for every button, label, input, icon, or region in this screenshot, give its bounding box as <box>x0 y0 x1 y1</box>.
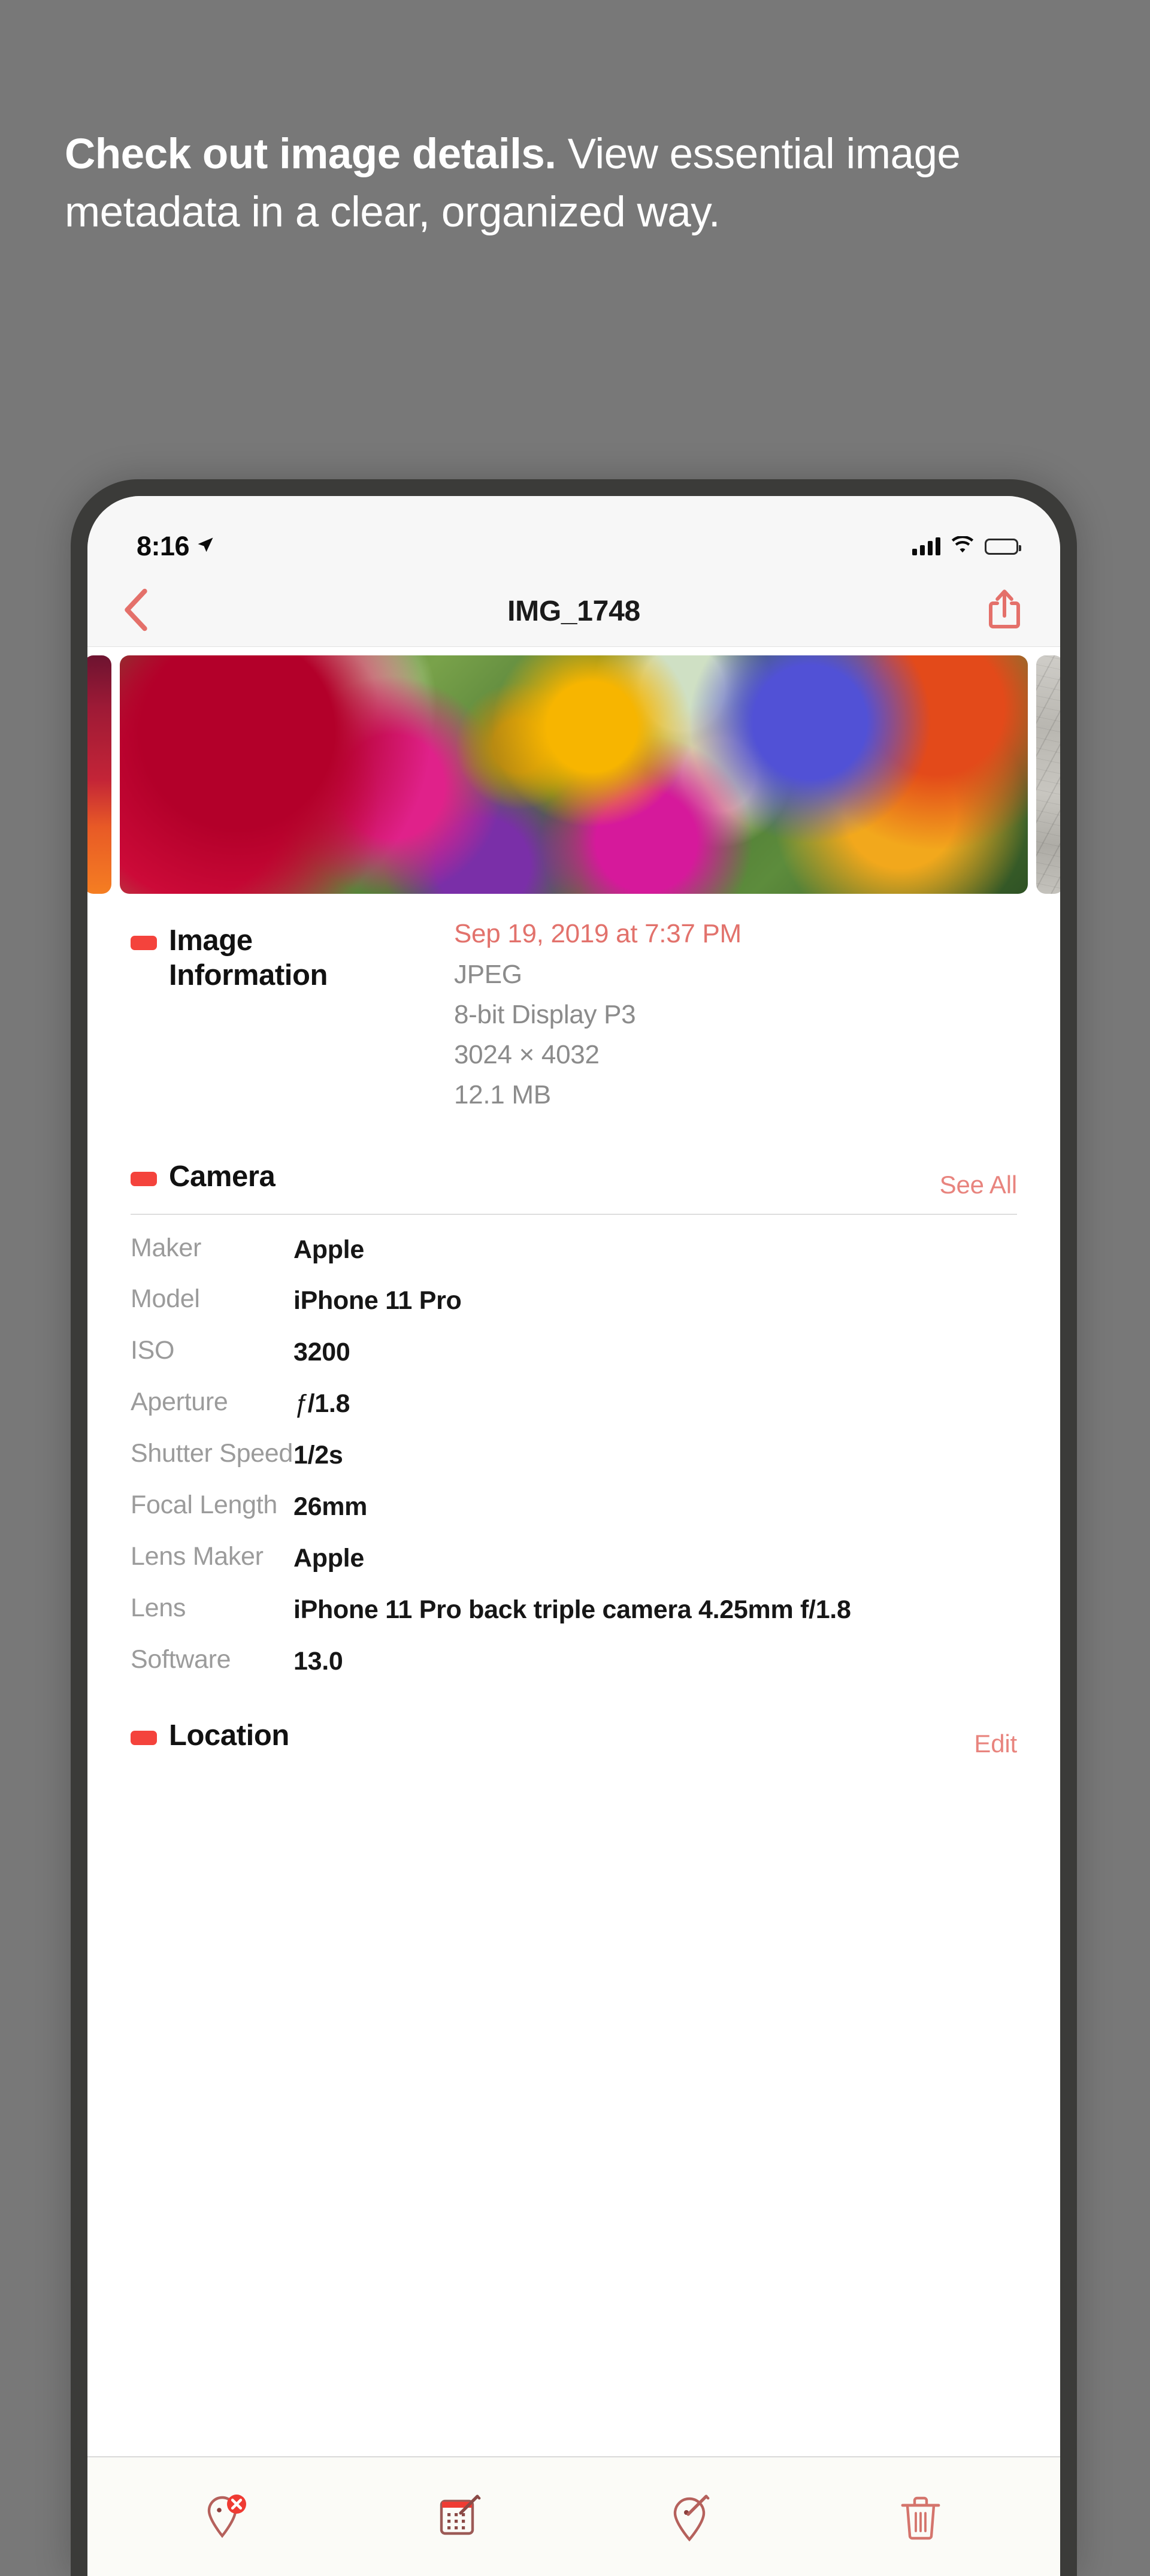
camera-row-value: iPhone 11 Pro back triple camera 4.25mm … <box>293 1594 1017 1627</box>
promo-headline-bold: Check out image details. <box>65 131 556 178</box>
edit-date-button[interactable] <box>410 2478 506 2556</box>
edit-location-button[interactable] <box>641 2478 737 2556</box>
camera-section-title: Camera <box>169 1160 275 1195</box>
camera-row: Shutter Speed1/2s <box>131 1430 1017 1481</box>
remove-location-button[interactable] <box>179 2478 275 2556</box>
status-bar-time: 8:16 <box>137 531 189 562</box>
camera-row-value: ƒ/1.8 <box>293 1387 1017 1421</box>
location-edit-link[interactable]: Edit <box>974 1730 1017 1758</box>
image-color-profile: 8-bit Display P3 <box>454 995 1017 1035</box>
status-bar-right <box>912 536 1018 557</box>
photo-carousel[interactable] <box>87 647 1060 905</box>
camera-row: ISO3200 <box>131 1327 1017 1378</box>
camera-section-header: Camera See All <box>131 1149 1017 1199</box>
camera-row-label: Lens <box>131 1594 293 1623</box>
phone-screen: 8:16 IMG <box>87 496 1060 2576</box>
image-information-title-line1: Image <box>169 924 253 957</box>
camera-row-label: Aperture <box>131 1387 293 1417</box>
camera-row: Apertureƒ/1.8 <box>131 1378 1017 1430</box>
battery-full-icon <box>985 539 1018 555</box>
image-dimensions: 3024 × 4032 <box>454 1035 1017 1075</box>
section-spacer <box>131 1688 1017 1708</box>
page-title: IMG_1748 <box>87 595 1060 628</box>
section-spacer <box>131 1115 1017 1149</box>
back-button[interactable] <box>122 588 149 635</box>
camera-row-value: iPhone 11 Pro <box>293 1284 1017 1318</box>
camera-row-label: Lens Maker <box>131 1542 293 1571</box>
trash-icon <box>892 2488 949 2545</box>
section-bullet-icon <box>131 936 157 950</box>
edit-location-icon <box>661 2488 718 2545</box>
camera-row: Focal Length26mm <box>131 1481 1017 1533</box>
details-content: Image Information Sep 19, 2019 at 7:37 P… <box>87 905 1060 2456</box>
image-information-title: Image Information <box>169 924 328 993</box>
image-file-size: 12.1 MB <box>454 1075 1017 1115</box>
cellular-signal-icon <box>912 537 940 555</box>
location-arrow-icon <box>196 536 214 557</box>
camera-row: LensiPhone 11 Pro back triple camera 4.2… <box>131 1585 1017 1636</box>
carousel-current-photo[interactable] <box>120 655 1028 894</box>
camera-row: Software13.0 <box>131 1636 1017 1688</box>
camera-row-value: 1/2s <box>293 1439 1017 1473</box>
image-information-title-line2: Information <box>169 959 328 991</box>
image-capture-date: Sep 19, 2019 at 7:37 PM <box>454 919 1017 949</box>
carousel-next-thumbnail[interactable] <box>1036 655 1060 894</box>
camera-row-label: Maker <box>131 1233 293 1263</box>
remove-location-icon <box>198 2488 256 2545</box>
camera-row-value: 26mm <box>293 1490 1017 1524</box>
navigation-bar: IMG_1748 <box>87 576 1060 647</box>
phone-mockup: 8:16 IMG <box>71 479 1077 2576</box>
camera-row-label: Shutter Speed <box>131 1439 293 1468</box>
image-information-section: Image Information Sep 19, 2019 at 7:37 P… <box>131 905 1017 1115</box>
camera-see-all-link[interactable]: See All <box>940 1171 1017 1199</box>
camera-row-label: Software <box>131 1645 293 1674</box>
image-format: JPEG <box>454 955 1017 995</box>
section-bullet-icon <box>131 1731 157 1745</box>
camera-row: ModeliPhone 11 Pro <box>131 1275 1017 1327</box>
camera-row: Lens MakerApple <box>131 1533 1017 1585</box>
image-information-header: Image Information <box>131 918 454 993</box>
location-section-header: Location Edit <box>131 1708 1017 1758</box>
section-bullet-icon <box>131 1172 157 1186</box>
location-section-title: Location <box>169 1719 289 1753</box>
camera-row-value: 3200 <box>293 1336 1017 1369</box>
camera-row-value: 13.0 <box>293 1645 1017 1679</box>
camera-row-label: Focal Length <box>131 1490 293 1520</box>
camera-row: MakerApple <box>131 1224 1017 1276</box>
bottom-toolbar <box>87 2456 1060 2576</box>
camera-row-label: ISO <box>131 1336 293 1365</box>
wifi-icon <box>951 536 974 557</box>
share-button[interactable] <box>986 588 1023 634</box>
camera-row-label: Model <box>131 1284 293 1314</box>
edit-date-icon <box>429 2488 487 2545</box>
status-bar-left: 8:16 <box>137 531 214 562</box>
camera-row-value: Apple <box>293 1542 1017 1576</box>
image-information-heading-col: Image Information <box>131 918 454 1115</box>
promo-headline: Check out image details. View essential … <box>65 126 1083 241</box>
status-bar: 8:16 <box>87 496 1060 576</box>
camera-row-value: Apple <box>293 1233 1017 1267</box>
camera-rows: MakerAppleModeliPhone 11 ProISO3200Apert… <box>131 1215 1017 1688</box>
carousel-prev-thumbnail[interactable] <box>87 655 111 894</box>
delete-button[interactable] <box>873 2478 969 2556</box>
image-information-values: Sep 19, 2019 at 7:37 PM JPEG 8-bit Displ… <box>454 918 1017 1115</box>
